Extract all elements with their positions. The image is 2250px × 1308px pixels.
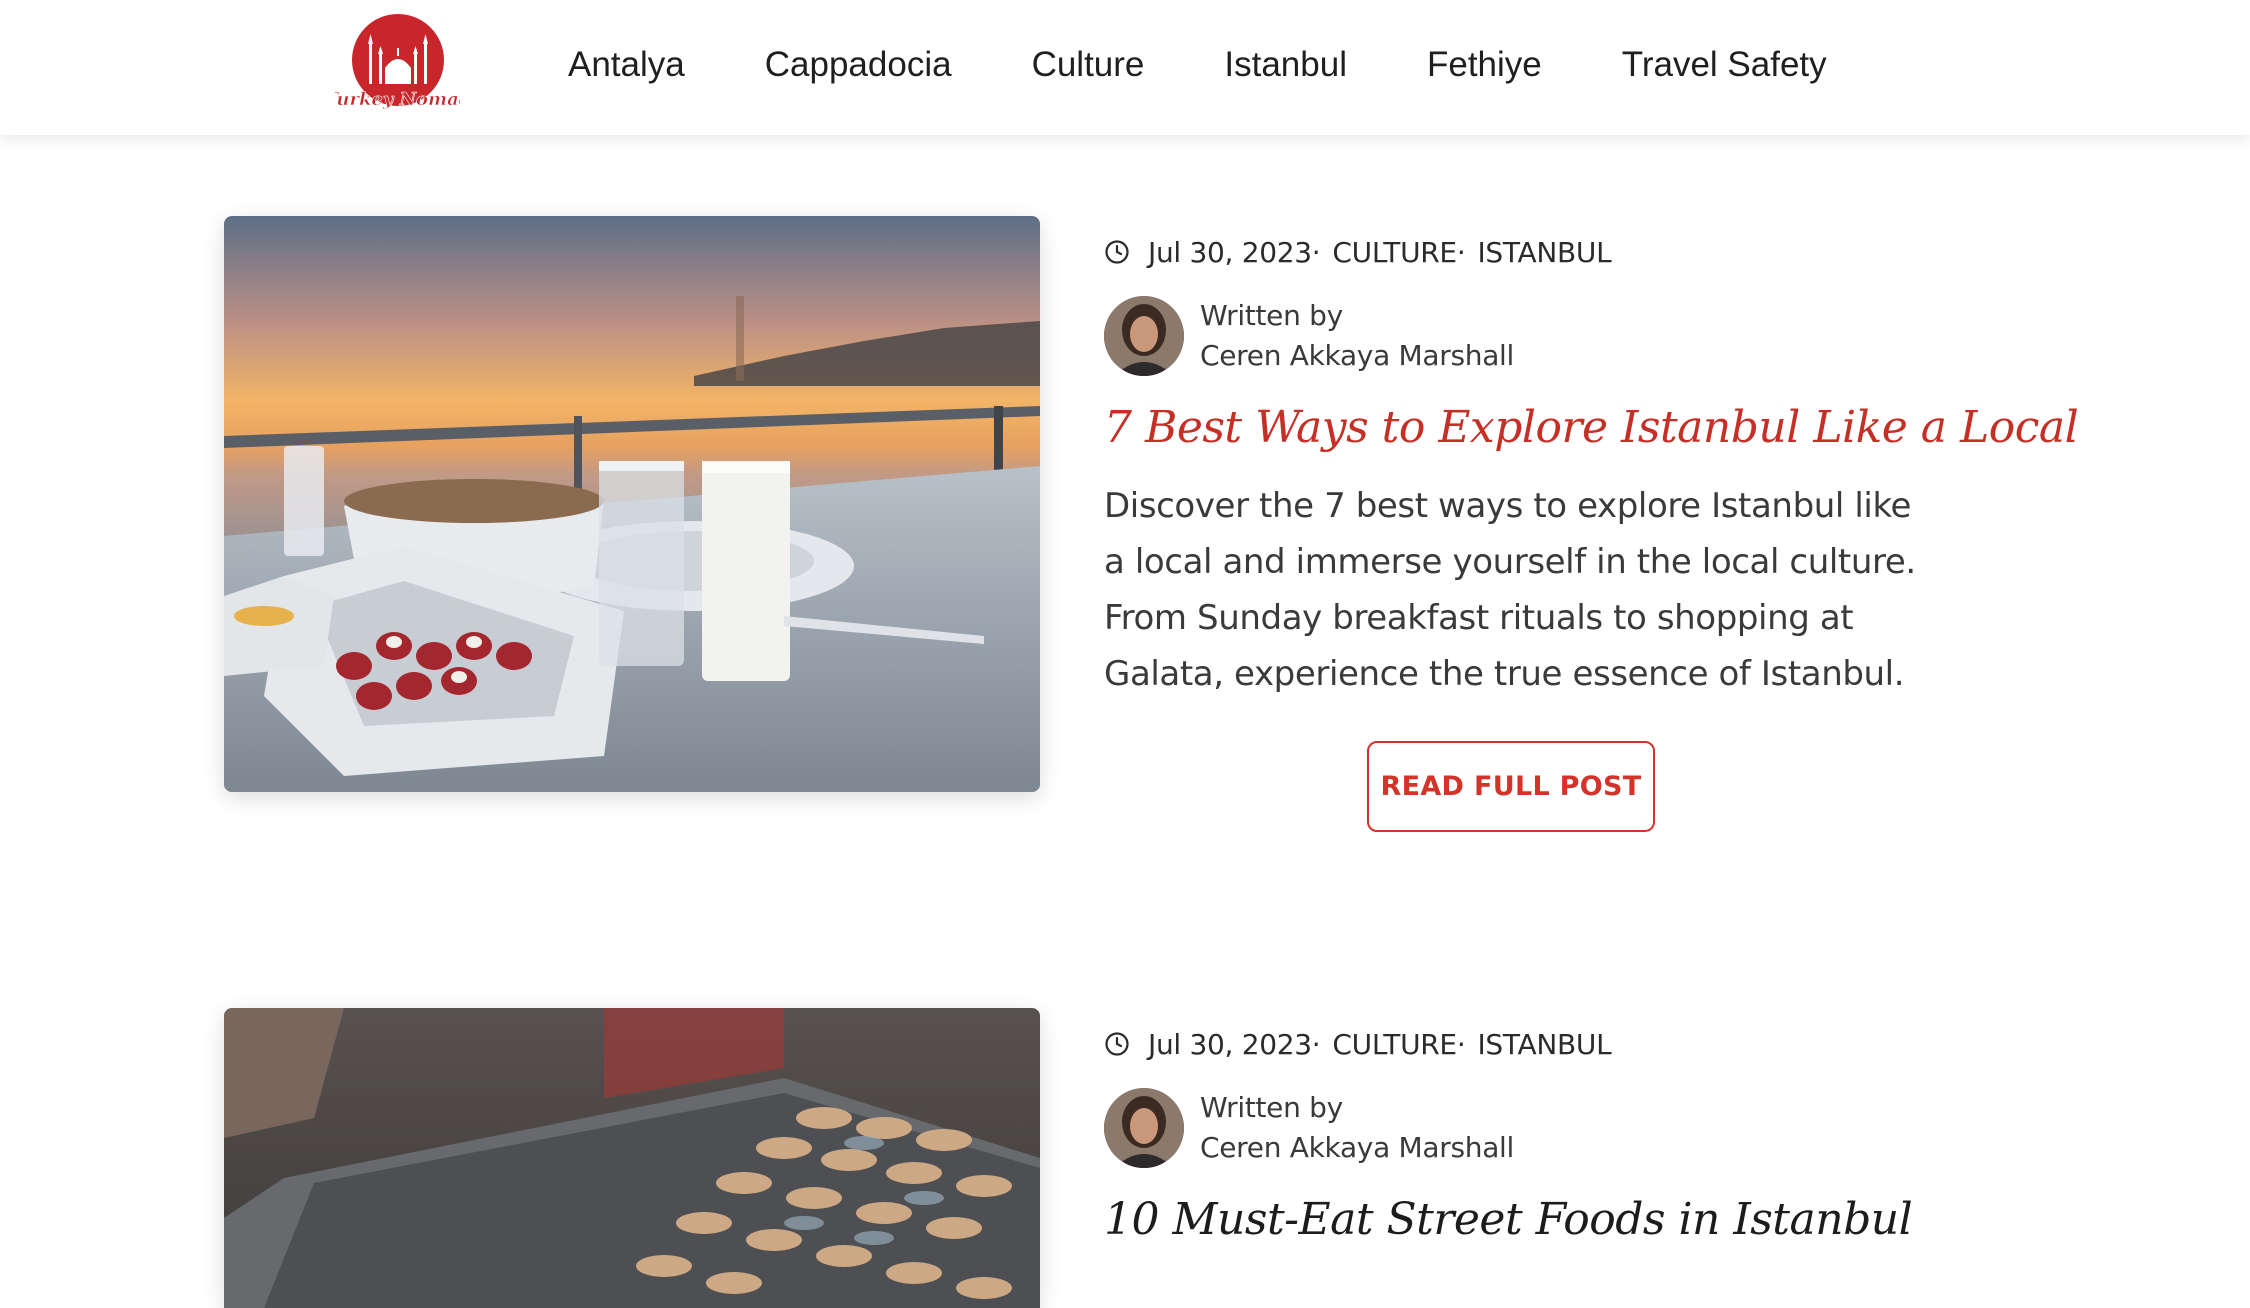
site-header: Turkey Nomad Antalya Cappadocia Culture … <box>0 0 2250 135</box>
clock-icon <box>1105 1032 1129 1056</box>
post-date: Jul 30, 2023 <box>1148 235 1312 269</box>
post-author: Written by Ceren Akkaya Marshall <box>1104 1088 1514 1168</box>
mosque-logo-icon: Turkey Nomad <box>324 14 472 110</box>
logo-wordmark: Turkey Nomad <box>335 89 460 110</box>
post-meta: Jul 30, 2023 · CULTURE · ISTANBUL <box>1104 232 1612 272</box>
post-meta: Jul 30, 2023 · CULTURE · ISTANBUL <box>1104 1024 1612 1064</box>
post-title[interactable]: 10 Must-Eat Street Foods in Istanbul <box>1104 1194 2024 1245</box>
author-name[interactable]: Ceren Akkaya Marshall <box>1200 336 1514 376</box>
nav-item-travel-safety[interactable]: Travel Safety <box>1622 45 1827 85</box>
clock-icon <box>1105 240 1129 264</box>
post-thumbnail[interactable] <box>224 216 1040 792</box>
read-full-post-button[interactable]: READ FULL POST <box>1367 741 1655 832</box>
nav-item-istanbul[interactable]: Istanbul <box>1224 45 1347 85</box>
nav-item-fethiye[interactable]: Fethiye <box>1427 45 1542 85</box>
category-link[interactable]: ISTANBUL <box>1477 1028 1611 1061</box>
main-nav: Antalya Cappadocia Culture Istanbul Feth… <box>568 40 1907 90</box>
post-thumbnail[interactable] <box>224 1008 1040 1308</box>
category-link[interactable]: CULTURE <box>1332 236 1457 269</box>
street-food-grill-image <box>224 1008 1040 1308</box>
site-logo[interactable]: Turkey Nomad <box>324 10 472 120</box>
written-by-label: Written by <box>1200 1091 1343 1124</box>
author-photo <box>1104 1088 1184 1168</box>
post-author: Written by Ceren Akkaya Marshall <box>1104 296 1514 376</box>
nav-item-cappadocia[interactable]: Cappadocia <box>765 45 952 85</box>
bosphorus-breakfast-image <box>224 216 1040 792</box>
post-date: Jul 30, 2023 <box>1148 1027 1312 1061</box>
nav-item-culture[interactable]: Culture <box>1032 45 1145 85</box>
post-title[interactable]: 7 Best Ways to Explore Istanbul Like a L… <box>1104 402 2079 453</box>
category-link[interactable]: ISTANBUL <box>1477 236 1611 269</box>
written-by-label: Written by <box>1200 299 1343 332</box>
author-name[interactable]: Ceren Akkaya Marshall <box>1200 1128 1514 1168</box>
author-avatar <box>1104 296 1184 376</box>
nav-item-antalya[interactable]: Antalya <box>568 45 685 85</box>
category-link[interactable]: CULTURE <box>1332 1028 1457 1061</box>
author-photo <box>1104 296 1184 376</box>
post-excerpt: Discover the 7 best ways to explore Ista… <box>1104 486 1916 694</box>
author-avatar <box>1104 1088 1184 1168</box>
